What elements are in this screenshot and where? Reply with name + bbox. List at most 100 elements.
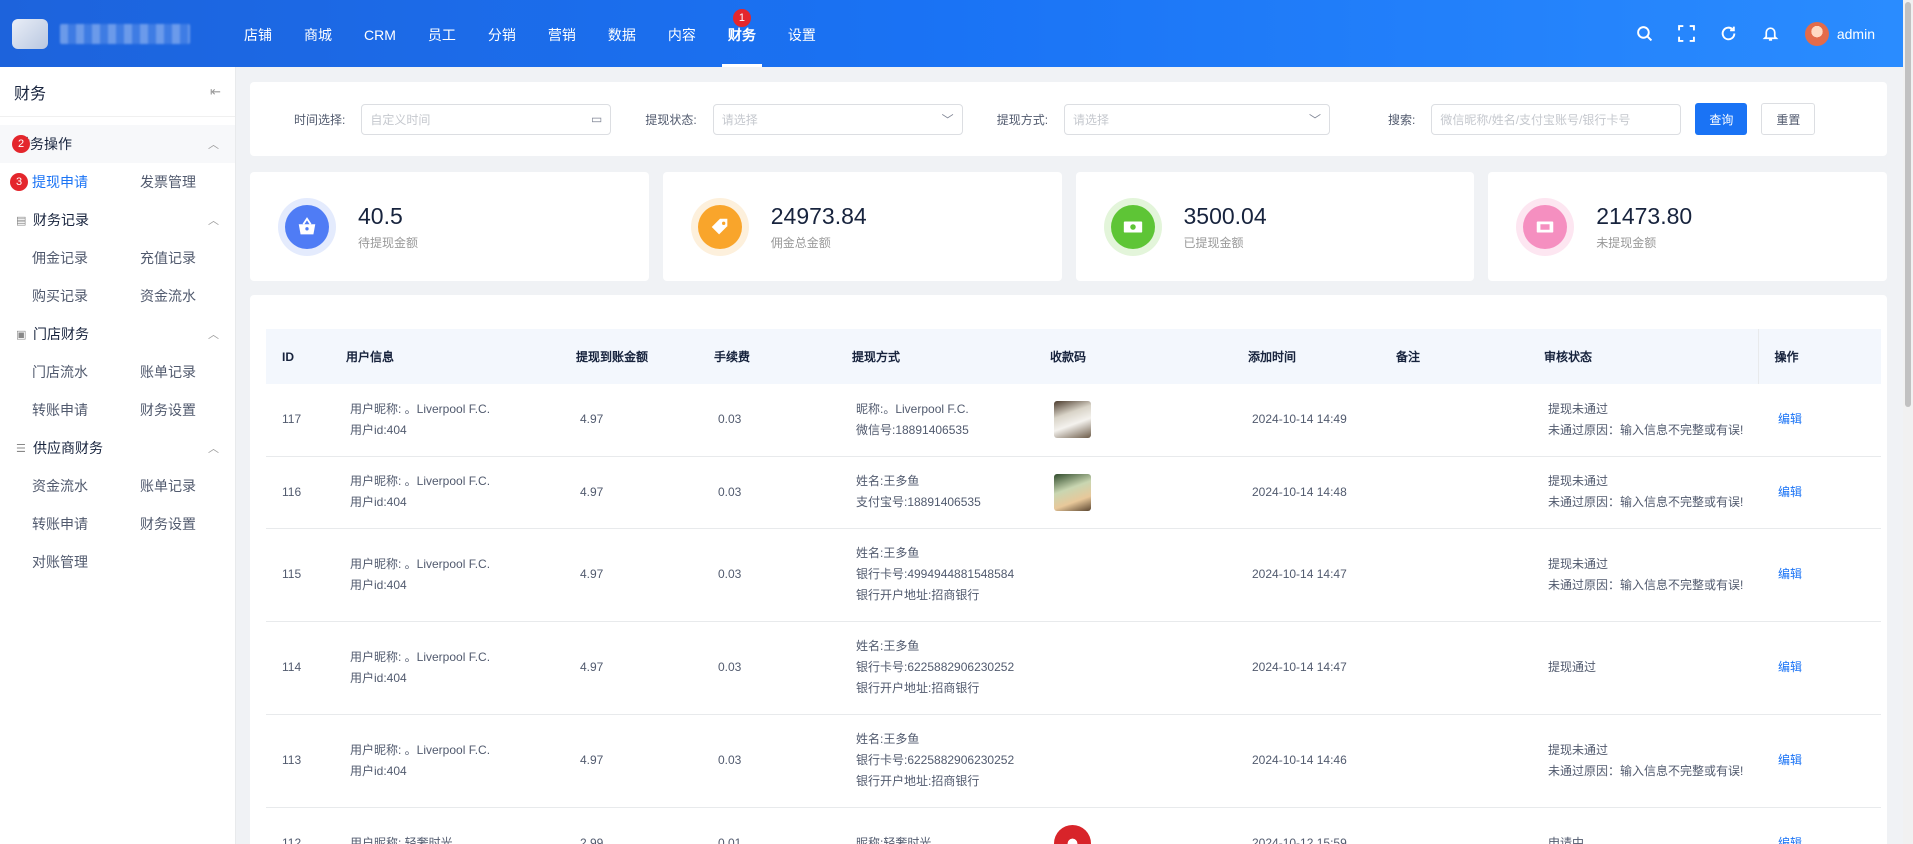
- basket-icon: [285, 204, 329, 249]
- sidebar-items: 资金流水 账单记录 转账申请 财务设置 对账管理: [0, 467, 235, 581]
- logo-icon: [12, 18, 48, 49]
- withdraw-method-line: 银行卡号:6225882906230252: [856, 753, 1015, 767]
- cell-time: 2024-10-14 14:46: [1232, 714, 1380, 808]
- cell-time: 2024-10-12 15:59: [1232, 807, 1380, 844]
- sidebar-group-head-store-finance[interactable]: ▣ 门店财务 ︿: [0, 315, 235, 353]
- main-content: 时间选择: 自定义时间 ▭ 提现状态: 请选择 ﹀ 提现方式: 请选择 ﹀ 搜索…: [250, 82, 1887, 844]
- group-label: 供应商财务: [33, 440, 103, 456]
- nav-item-content[interactable]: 内容: [652, 0, 712, 67]
- search-icon[interactable]: [1635, 24, 1655, 44]
- payment-qr-thumbnail[interactable]: [1054, 824, 1091, 844]
- cell-remark: [1380, 807, 1528, 844]
- cell-time: 2024-10-14 14:49: [1232, 384, 1380, 457]
- sidebar-item-invoice[interactable]: 发票管理: [140, 163, 248, 201]
- edit-link[interactable]: 编辑: [1778, 567, 1802, 581]
- sidebar-item-recharge[interactable]: 充值记录: [140, 239, 248, 277]
- chevron-down-icon: ﹀: [941, 112, 954, 127]
- sidebar-item-reconciliation[interactable]: 对账管理: [32, 543, 140, 581]
- nav-item-staff[interactable]: 员工: [412, 0, 472, 67]
- nav-item-crm[interactable]: CRM: [348, 0, 412, 67]
- scrollbar-thumb[interactable]: [1905, 2, 1911, 407]
- logo[interactable]: [0, 0, 200, 67]
- status-line: 未通过原因：输入信息不完整或有误!: [1548, 763, 1744, 778]
- stat-icon-wrap: [1103, 197, 1162, 256]
- time-picker-placeholder: 自定义时间: [370, 112, 431, 127]
- collapse-sidebar-icon[interactable]: ⇤: [210, 84, 221, 100]
- cell-id: 117: [266, 384, 330, 457]
- sidebar-group-supplier-finance: ☰ 供应商财务 ︿ 资金流水 账单记录 转账申请 财务设置 对账管理: [0, 429, 235, 581]
- nav-item-distribution[interactable]: 分销: [472, 0, 532, 67]
- nav-item-finance[interactable]: 1 财务: [712, 0, 772, 67]
- refresh-icon[interactable]: [1719, 24, 1739, 44]
- header-tools: admin: [1613, 21, 1903, 46]
- sidebar-item-fund-flow[interactable]: 资金流水: [140, 277, 248, 315]
- money-icon: ▣: [16, 328, 27, 341]
- table-header-row: ID 用户信息 提现到账金额 手续费 提现方式 收款码 添加时间 备注 审核状态…: [266, 329, 1881, 384]
- username[interactable]: admin: [1837, 26, 1875, 42]
- sidebar-title-text: 财务: [14, 85, 47, 103]
- sidebar-group-head-finance-ops[interactable]: 2 财务操作 ︿: [0, 125, 235, 163]
- bell-icon[interactable]: [1761, 24, 1781, 44]
- nav-item-marketing[interactable]: 营销: [532, 0, 592, 67]
- cell-amount: 4.97: [560, 621, 698, 715]
- withdraw-method-line: 银行卡号:6225882906230252: [856, 660, 1015, 674]
- nav-item-store[interactable]: 店铺: [228, 0, 288, 67]
- sidebar-item-supplier-finance-settings[interactable]: 财务设置: [140, 505, 248, 543]
- cell-id: 116: [266, 456, 330, 529]
- edit-link[interactable]: 编辑: [1778, 836, 1802, 844]
- status-line: 提现未通过: [1548, 401, 1609, 416]
- stat-label: 待提现金额: [358, 236, 419, 250]
- sidebar-item-finance-settings[interactable]: 财务设置: [140, 391, 248, 429]
- col-header-fee: 手续费: [698, 329, 836, 384]
- nav-item-finance-label: 财务: [727, 27, 756, 43]
- edit-link[interactable]: 编辑: [1778, 485, 1802, 499]
- nav-item-settings[interactable]: 设置: [772, 0, 832, 67]
- time-filter-label: 时间选择:: [294, 112, 346, 127]
- withdraw-method-line: 银行卡号:4994944881548584: [856, 567, 1015, 581]
- nav-item-mall[interactable]: 商城: [288, 0, 348, 67]
- sidebar-item-supplier-transfer-apply[interactable]: 转账申请: [32, 505, 140, 543]
- search-input[interactable]: 微信昵称/姓名/支付宝账号/银行卡号: [1431, 103, 1682, 135]
- reset-button[interactable]: 重置: [1761, 103, 1816, 135]
- col-header-time: 添加时间: [1232, 329, 1380, 384]
- cell-qr: [1034, 807, 1232, 844]
- method-select[interactable]: 请选择 ﹀: [1064, 103, 1331, 135]
- sidebar-item-store-flow[interactable]: 门店流水: [32, 353, 140, 391]
- sidebar-item-withdraw-apply[interactable]: 3 提现申请: [10, 163, 140, 201]
- cell-amount: 4.97: [560, 528, 698, 622]
- nav-item-data[interactable]: 数据: [592, 0, 652, 67]
- payment-qr-thumbnail[interactable]: [1054, 473, 1091, 511]
- table-row: 112 用户昵称: 轻奢时光 2.99 0.01 昵称:轻奢时光 2024-10-12 1…: [266, 807, 1881, 844]
- page-scrollbar[interactable]: [1903, 0, 1913, 844]
- edit-link[interactable]: 编辑: [1778, 660, 1802, 674]
- withdraw-table-card: ID 用户信息 提现到账金额 手续费 提现方式 收款码 添加时间 备注 审核状态…: [250, 295, 1887, 844]
- table-row: 113 用户昵称: 。Liverpool F.C. 用户id:404 4.97 0.03…: [266, 714, 1881, 808]
- sidebar-item-supplier-bill-records[interactable]: 账单记录: [140, 467, 248, 505]
- avatar[interactable]: [1804, 21, 1829, 46]
- payment-qr-thumbnail[interactable]: [1054, 401, 1091, 439]
- sidebar-item-supplier-fund-flow[interactable]: 资金流水: [32, 467, 140, 505]
- sidebar-item-bill-records[interactable]: 账单记录: [140, 353, 248, 391]
- sidebar-item-transfer-apply[interactable]: 转账申请: [32, 391, 140, 429]
- stat-card-commission: 24973.84 佣金总金额: [662, 172, 1062, 281]
- user-info-line: 用户id:404: [350, 495, 407, 509]
- sidebar-item-purchase[interactable]: 购买记录: [32, 277, 140, 315]
- query-button[interactable]: 查询: [1695, 103, 1748, 135]
- edit-link[interactable]: 编辑: [1778, 753, 1802, 767]
- sidebar-group-head-supplier-finance[interactable]: ☰ 供应商财务 ︿: [0, 429, 235, 467]
- edit-link[interactable]: 编辑: [1778, 412, 1802, 426]
- search-input-placeholder: 微信昵称/姓名/支付宝账号/银行卡号: [1440, 112, 1631, 127]
- fullscreen-icon[interactable]: [1677, 24, 1697, 44]
- chevron-up-icon: ︿: [208, 329, 219, 341]
- status-filter-label: 提现状态:: [645, 112, 697, 127]
- sidebar-item-commission[interactable]: 佣金记录: [32, 239, 140, 277]
- time-picker-input[interactable]: 自定义时间 ▭: [361, 103, 612, 135]
- sidebar-group-head-finance-records[interactable]: ▤ 财务记录 ︿: [0, 201, 235, 239]
- filter-bar: 时间选择: 自定义时间 ▭ 提现状态: 请选择 ﹀ 提现方式: 请选择 ﹀ 搜索…: [250, 82, 1887, 156]
- cell-id: 112: [266, 807, 330, 844]
- status-select[interactable]: 请选择 ﹀: [712, 103, 963, 135]
- cell-user: 用户昵称: 轻奢时光: [330, 807, 560, 844]
- chevron-up-icon: ︿: [208, 215, 219, 227]
- cell-method: 姓名:王多鱼 银行卡号:4994944881548584 银行开户地址:招商银行: [836, 528, 1034, 622]
- cell-amount: 4.97: [560, 714, 698, 808]
